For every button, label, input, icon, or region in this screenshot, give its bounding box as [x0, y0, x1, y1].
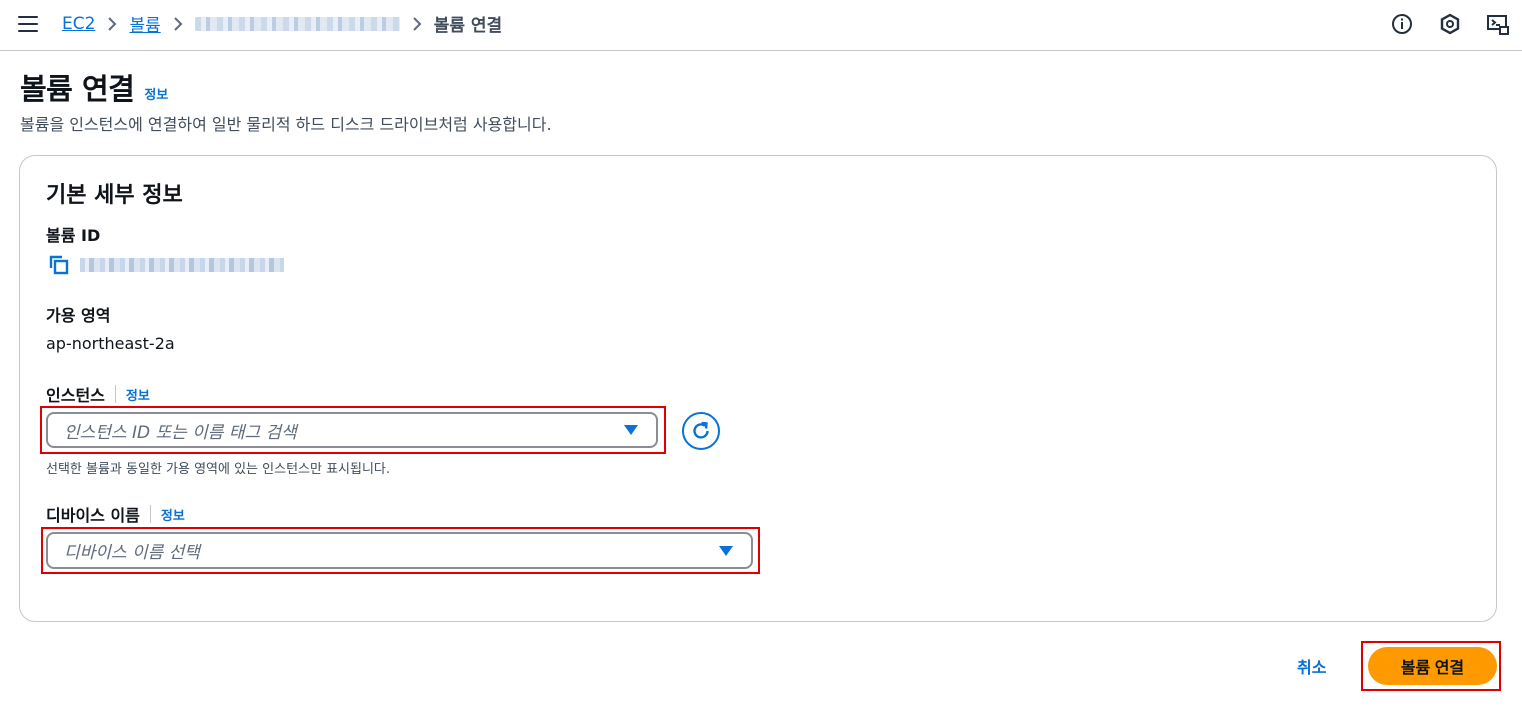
instance-info-link[interactable]: 정보 [126, 385, 150, 404]
device-name-select[interactable]: 디바이스 이름 선택 [46, 532, 753, 569]
page-header: 볼륨 연결 정보 [20, 66, 168, 108]
az-label-text: 가용 영역 [46, 306, 111, 325]
refresh-button[interactable] [682, 412, 720, 450]
top-navigation-bar: EC2 볼륨 볼륨 연결 [0, 0, 1522, 51]
info-icon[interactable] [1378, 13, 1426, 35]
menu-icon[interactable] [18, 16, 38, 34]
label-divider [149, 505, 151, 523]
instance-placeholder: 인스턴스 ID 또는 이름 태그 검색 [64, 422, 297, 443]
instance-hint: 선택한 볼륨과 동일한 가용 영역에 있는 인스턴스만 표시됩니다. [46, 462, 391, 477]
page-title: 볼륨 연결 [20, 72, 135, 106]
notifications-icon[interactable] [1426, 13, 1474, 35]
az-value: ap-northeast-2a [46, 334, 175, 353]
copy-icon[interactable] [48, 254, 70, 280]
caret-down-icon [719, 545, 733, 556]
top-icon-group [1378, 13, 1522, 35]
page-info-link[interactable]: 정보 [144, 84, 168, 103]
breadcrumb-ec2[interactable]: EC2 [62, 14, 95, 34]
instance-label: 인스턴스 정보 [46, 382, 150, 406]
device-label-text: 디바이스 이름 [46, 506, 140, 525]
az-label: 가용 영역 [46, 302, 110, 326]
instance-label-text: 인스턴스 [46, 386, 105, 405]
breadcrumb-volumes[interactable]: 볼륨 [129, 11, 160, 36]
breadcrumb: EC2 볼륨 볼륨 연결 [62, 11, 503, 37]
instance-select[interactable]: 인스턴스 ID 또는 이름 태그 검색 [46, 412, 658, 448]
breadcrumb-current: 볼륨 연결 [433, 16, 503, 36]
refresh-icon [693, 421, 709, 439]
chevron-right-icon [95, 16, 129, 32]
chevron-right-icon [161, 16, 195, 32]
volume-id-label: 볼륨 ID [46, 222, 100, 246]
label-divider [114, 385, 116, 403]
basic-details-panel: 기본 세부 정보 볼륨 ID 가용 영역 ap-northeast-2a 인스턴… [19, 155, 1497, 622]
cancel-button[interactable]: 취소 [1297, 654, 1326, 678]
breadcrumb-volume-id-redacted[interactable] [194, 16, 400, 31]
attach-volume-button[interactable]: 볼륨 연결 [1368, 647, 1497, 685]
device-label: 디바이스 이름 정보 [46, 502, 185, 526]
section-title: 기본 세부 정보 [46, 183, 183, 208]
chevron-right-icon [400, 16, 434, 32]
volume-id-label-text: 볼륨 ID [46, 226, 101, 245]
caret-down-icon [624, 425, 638, 435]
page-description: 볼륨을 인스턴스에 연결하여 일반 물리적 하드 디스크 드라이브처럼 사용합니… [20, 115, 552, 134]
volume-id-value-redacted [80, 258, 284, 272]
device-placeholder: 디바이스 이름 선택 [64, 543, 200, 563]
device-info-link[interactable]: 정보 [161, 505, 185, 524]
cloudshell-icon[interactable] [1474, 13, 1522, 35]
